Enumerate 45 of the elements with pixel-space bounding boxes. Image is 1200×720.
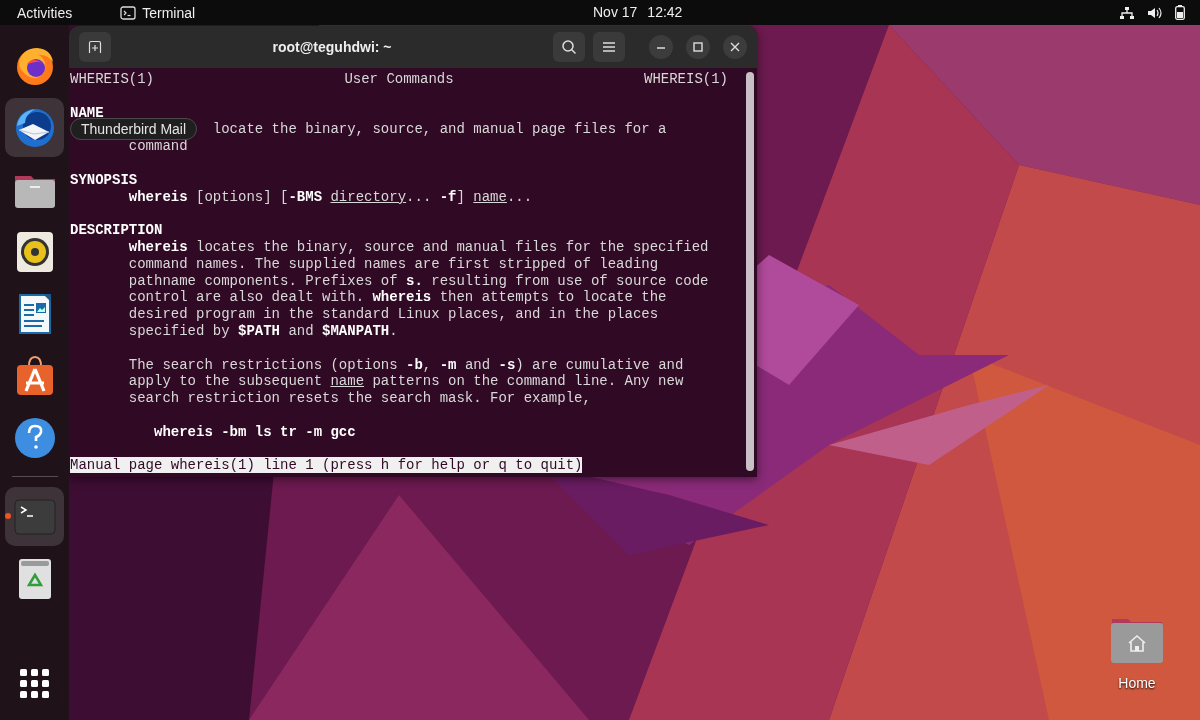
minimize-button[interactable] (649, 35, 673, 59)
network-icon[interactable] (1119, 5, 1135, 20)
man-text-line: control are also dealt with. whereis then attempts to locate the (128, 289, 667, 306)
man-text-line: command names. The supplied names are first stripped of leading (128, 255, 659, 272)
close-icon (730, 42, 740, 52)
man-page-title: WHEREIS(1) (644, 71, 728, 88)
app-menu[interactable]: Terminal (120, 4, 196, 21)
section-heading: NAME (70, 104, 104, 121)
close-button[interactable] (723, 35, 747, 59)
man-text-line: command (128, 138, 188, 155)
maximize-button[interactable] (686, 35, 710, 59)
man-text-line: The search restrictions (options -b, -m and -s) are cumulative and (128, 356, 684, 373)
new-tab-button[interactable] (79, 32, 111, 62)
man-text-line: whereis locates the binary, source and manual files for the specified (128, 238, 709, 255)
search-button[interactable] (553, 32, 585, 62)
new-tab-icon (88, 40, 102, 54)
man-text-line: pathname components. Prefixes of s. resulting from use of source code (128, 272, 709, 289)
clock[interactable]: Nov 17 12:42 (593, 4, 683, 20)
man-text-line: apply to the subsequent name patterns on the command line. Any new (128, 373, 684, 390)
example-command: whereis -bm ls tr -m gcc (154, 423, 356, 440)
scrollbar[interactable] (746, 72, 754, 471)
man-text-line: desired program in the standard Linux places, and in the places (128, 306, 659, 323)
running-indicator (5, 513, 11, 519)
man-text-line: specified by $PATH and $MANPATH. (128, 322, 398, 339)
man-section-name: User Commands (344, 71, 454, 88)
activities-button[interactable]: Activities (17, 4, 73, 21)
menu-button[interactable] (593, 32, 625, 62)
window-title: root@teguhdwi: ~ (271, 39, 393, 55)
maximize-icon (693, 42, 703, 52)
battery-icon[interactable] (1175, 5, 1185, 20)
volume-icon[interactable] (1147, 5, 1163, 20)
section-heading: SYNOPSIS (70, 171, 138, 188)
section-heading: DESCRIPTION (70, 222, 163, 239)
search-icon (561, 39, 577, 55)
man-text-line: whereis [options] [-BMS directory... -f] name... (128, 188, 533, 205)
help-icon (12, 415, 57, 460)
terminal-icon (120, 5, 137, 20)
man-text-line: search restriction resets the search mask. For example, (128, 390, 591, 407)
desktop-icon-label[interactable]: Home (1118, 675, 1156, 691)
man-page-title: WHEREIS(1) (70, 71, 154, 88)
app-grid-icon[interactable] (20, 669, 49, 698)
tooltip: Thunderbird Mail (70, 118, 198, 140)
man-text-line: locate the binary, source, and manual page files for a (212, 121, 667, 138)
menu-icon (602, 41, 616, 53)
dock-item[interactable] (5, 98, 64, 157)
